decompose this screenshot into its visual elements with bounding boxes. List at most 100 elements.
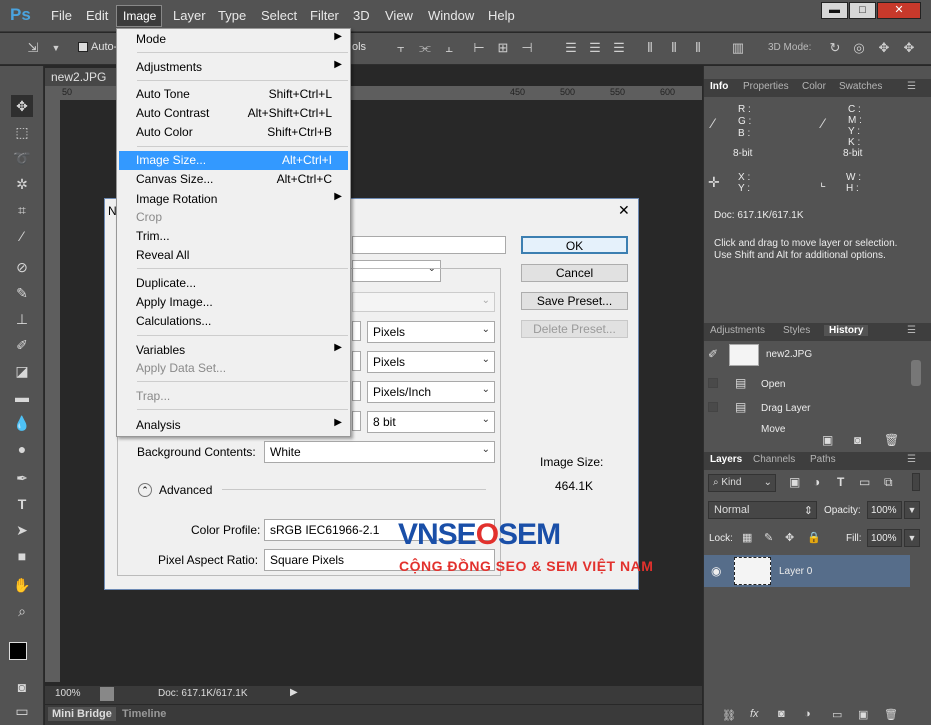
advanced-toggle-icon[interactable]: ⌃ xyxy=(138,483,152,497)
menu-image[interactable]: Image xyxy=(116,5,162,27)
background-contents-select[interactable]: White ⌄ xyxy=(264,441,495,463)
layer-mask-icon[interactable]: ◙ xyxy=(778,708,785,720)
cancel-button[interactable]: Cancel xyxy=(521,264,628,282)
close-button[interactable]: ✕ xyxy=(877,2,921,19)
menu-item-canvas-size[interactable]: Canvas Size... Alt+Ctrl+C xyxy=(119,170,348,189)
menu-item-auto-tone[interactable]: Auto Tone Shift+Ctrl+L xyxy=(119,85,348,104)
quick-mask-icon[interactable]: ◙ xyxy=(11,676,33,698)
distribute-left-icon[interactable]: ⫴ xyxy=(642,40,658,56)
width-unit-select[interactable]: Pixels ⌄ xyxy=(367,321,495,343)
magic-wand-icon[interactable]: ✲ xyxy=(11,173,33,195)
3d-slide-icon[interactable]: ✥ xyxy=(901,40,917,56)
history-state-checkbox[interactable] xyxy=(708,402,718,412)
align-bottom-icon[interactable]: ⫠ xyxy=(441,40,457,56)
bit-depth-select[interactable]: 8 bit ⌄ xyxy=(367,411,495,433)
path-selection-icon[interactable]: ➤ xyxy=(11,519,33,541)
align-hcenter-icon[interactable]: ⊞ xyxy=(495,40,511,56)
align-top-icon[interactable]: ⫟ xyxy=(393,40,409,56)
history-item[interactable]: Move xyxy=(761,424,785,432)
auto-align-icon[interactable]: ▥ xyxy=(730,40,746,56)
menu-item-reveal-all[interactable]: Reveal All xyxy=(119,246,348,265)
advanced-label[interactable]: Advanced xyxy=(159,483,212,497)
tool-preset-dropdown-icon[interactable]: ▼ xyxy=(48,40,64,56)
layer-name[interactable]: Layer 0 xyxy=(779,566,812,577)
dialog-close-icon[interactable]: ✕ xyxy=(618,202,630,219)
gradient-tool-icon[interactable]: ▬ xyxy=(11,386,33,408)
minimize-button[interactable]: ▬ xyxy=(821,2,848,19)
distribute-right-icon[interactable]: ⫴ xyxy=(690,40,706,56)
adjustment-layer-icon[interactable]: ◑ xyxy=(804,708,811,720)
eraser-tool-icon[interactable]: ◪ xyxy=(11,360,33,382)
filter-pixel-icon[interactable]: ▣ xyxy=(789,475,800,489)
opacity-input[interactable]: 100% xyxy=(867,501,902,519)
zoom-level[interactable]: 100% xyxy=(55,688,81,699)
new-layer-icon[interactable]: ▣ xyxy=(858,708,868,721)
filter-smart-object-icon[interactable]: ⧉ xyxy=(884,475,893,490)
distribute-top-icon[interactable]: ☰ xyxy=(563,40,579,56)
tab-properties[interactable]: Properties xyxy=(743,81,789,92)
filter-shape-icon[interactable]: ▭ xyxy=(859,475,870,489)
foreground-color-swatch[interactable] xyxy=(9,642,27,660)
history-state-checkbox[interactable] xyxy=(708,378,718,388)
status-menu-arrow-icon[interactable]: ▶ xyxy=(290,687,298,698)
filter-toggle-icon[interactable] xyxy=(912,473,920,491)
align-right-icon[interactable]: ⊣ xyxy=(519,40,535,56)
zoom-tool-icon[interactable]: ⌕ xyxy=(11,600,33,622)
tab-mini-bridge[interactable]: Mini Bridge xyxy=(48,707,116,721)
menu-window[interactable]: Window xyxy=(428,8,474,23)
panel-menu-icon[interactable]: ☰ xyxy=(907,454,916,465)
move-tool-icon[interactable]: ✥ xyxy=(11,95,33,117)
tab-paths[interactable]: Paths xyxy=(810,454,836,465)
document-tab[interactable]: new2.JPG @ xyxy=(45,68,125,98)
history-item[interactable]: Drag Layer xyxy=(761,403,810,414)
link-layers-icon[interactable]: ⛓ xyxy=(722,709,736,722)
lasso-tool-icon[interactable]: ➰ xyxy=(11,147,33,169)
tab-history[interactable]: History xyxy=(824,325,869,336)
menu-item-duplicate[interactable]: Duplicate... xyxy=(119,274,348,293)
menu-type[interactable]: Type xyxy=(218,8,246,23)
pen-tool-icon[interactable]: ✒ xyxy=(11,467,33,489)
resolution-field[interactable] xyxy=(352,381,361,401)
3d-roll-icon[interactable]: ◎ xyxy=(851,40,867,56)
menu-filter[interactable]: Filter xyxy=(310,8,339,23)
tab-info[interactable]: Info xyxy=(710,81,728,92)
tab-color[interactable]: Color xyxy=(802,81,826,92)
blur-tool-icon[interactable]: 💧 xyxy=(11,412,33,434)
history-brush-source-icon[interactable]: ✐ xyxy=(708,347,718,361)
brush-tool-icon[interactable]: ✎ xyxy=(11,282,33,304)
history-item[interactable]: Open xyxy=(761,379,785,390)
crop-tool-icon[interactable]: ⌗ xyxy=(11,199,33,221)
tab-timeline[interactable]: Timeline xyxy=(122,708,166,720)
snapshot-name[interactable]: new2.JPG xyxy=(766,349,812,360)
restore-button[interactable]: □ xyxy=(849,2,876,19)
status-icon[interactable] xyxy=(100,687,114,701)
menu-item-image-rotation[interactable]: Image Rotation ▶ xyxy=(119,190,348,209)
align-left-icon[interactable]: ⊢ xyxy=(471,40,487,56)
new-document-from-state-icon[interactable]: ▣ xyxy=(822,433,833,447)
menu-item-trim[interactable]: Trim... xyxy=(119,227,348,246)
menu-layer[interactable]: Layer xyxy=(173,8,206,23)
move-tool-icon[interactable]: ⇲ xyxy=(25,40,41,56)
lock-position-icon[interactable]: ✥ xyxy=(785,531,794,544)
menu-3d[interactable]: 3D xyxy=(353,8,370,23)
trash-icon[interactable]: 🗑 xyxy=(884,433,899,447)
3d-pan-icon[interactable]: ✥ xyxy=(876,40,892,56)
auto-select-checkbox[interactable] xyxy=(78,42,88,52)
tab-swatches[interactable]: Swatches xyxy=(839,81,882,92)
ok-button[interactable]: OK xyxy=(521,236,628,254)
dialog-name-field[interactable] xyxy=(352,236,506,254)
filter-type-icon[interactable]: T xyxy=(837,475,844,489)
tab-channels[interactable]: Channels xyxy=(753,454,795,465)
color-mode-field[interactable] xyxy=(352,411,361,431)
3d-rotate-icon[interactable]: ↻ xyxy=(827,40,843,56)
layer-style-icon[interactable]: fx xyxy=(750,708,759,720)
tab-styles[interactable]: Styles xyxy=(783,325,810,336)
panel-menu-icon[interactable]: ☰ xyxy=(907,81,916,92)
menu-edit[interactable]: Edit xyxy=(86,8,108,23)
menu-item-auto-contrast[interactable]: Auto Contrast Alt+Shift+Ctrl+L xyxy=(119,104,348,123)
distribute-hcenter-icon[interactable]: ⫴ xyxy=(666,40,682,56)
resolution-unit-select[interactable]: Pixels/Inch ⌄ xyxy=(367,381,495,403)
menu-item-apply-image[interactable]: Apply Image... xyxy=(119,293,348,312)
menu-item-adjustments[interactable]: Adjustments ▶ xyxy=(119,58,348,77)
fill-input[interactable]: 100% xyxy=(867,529,902,547)
